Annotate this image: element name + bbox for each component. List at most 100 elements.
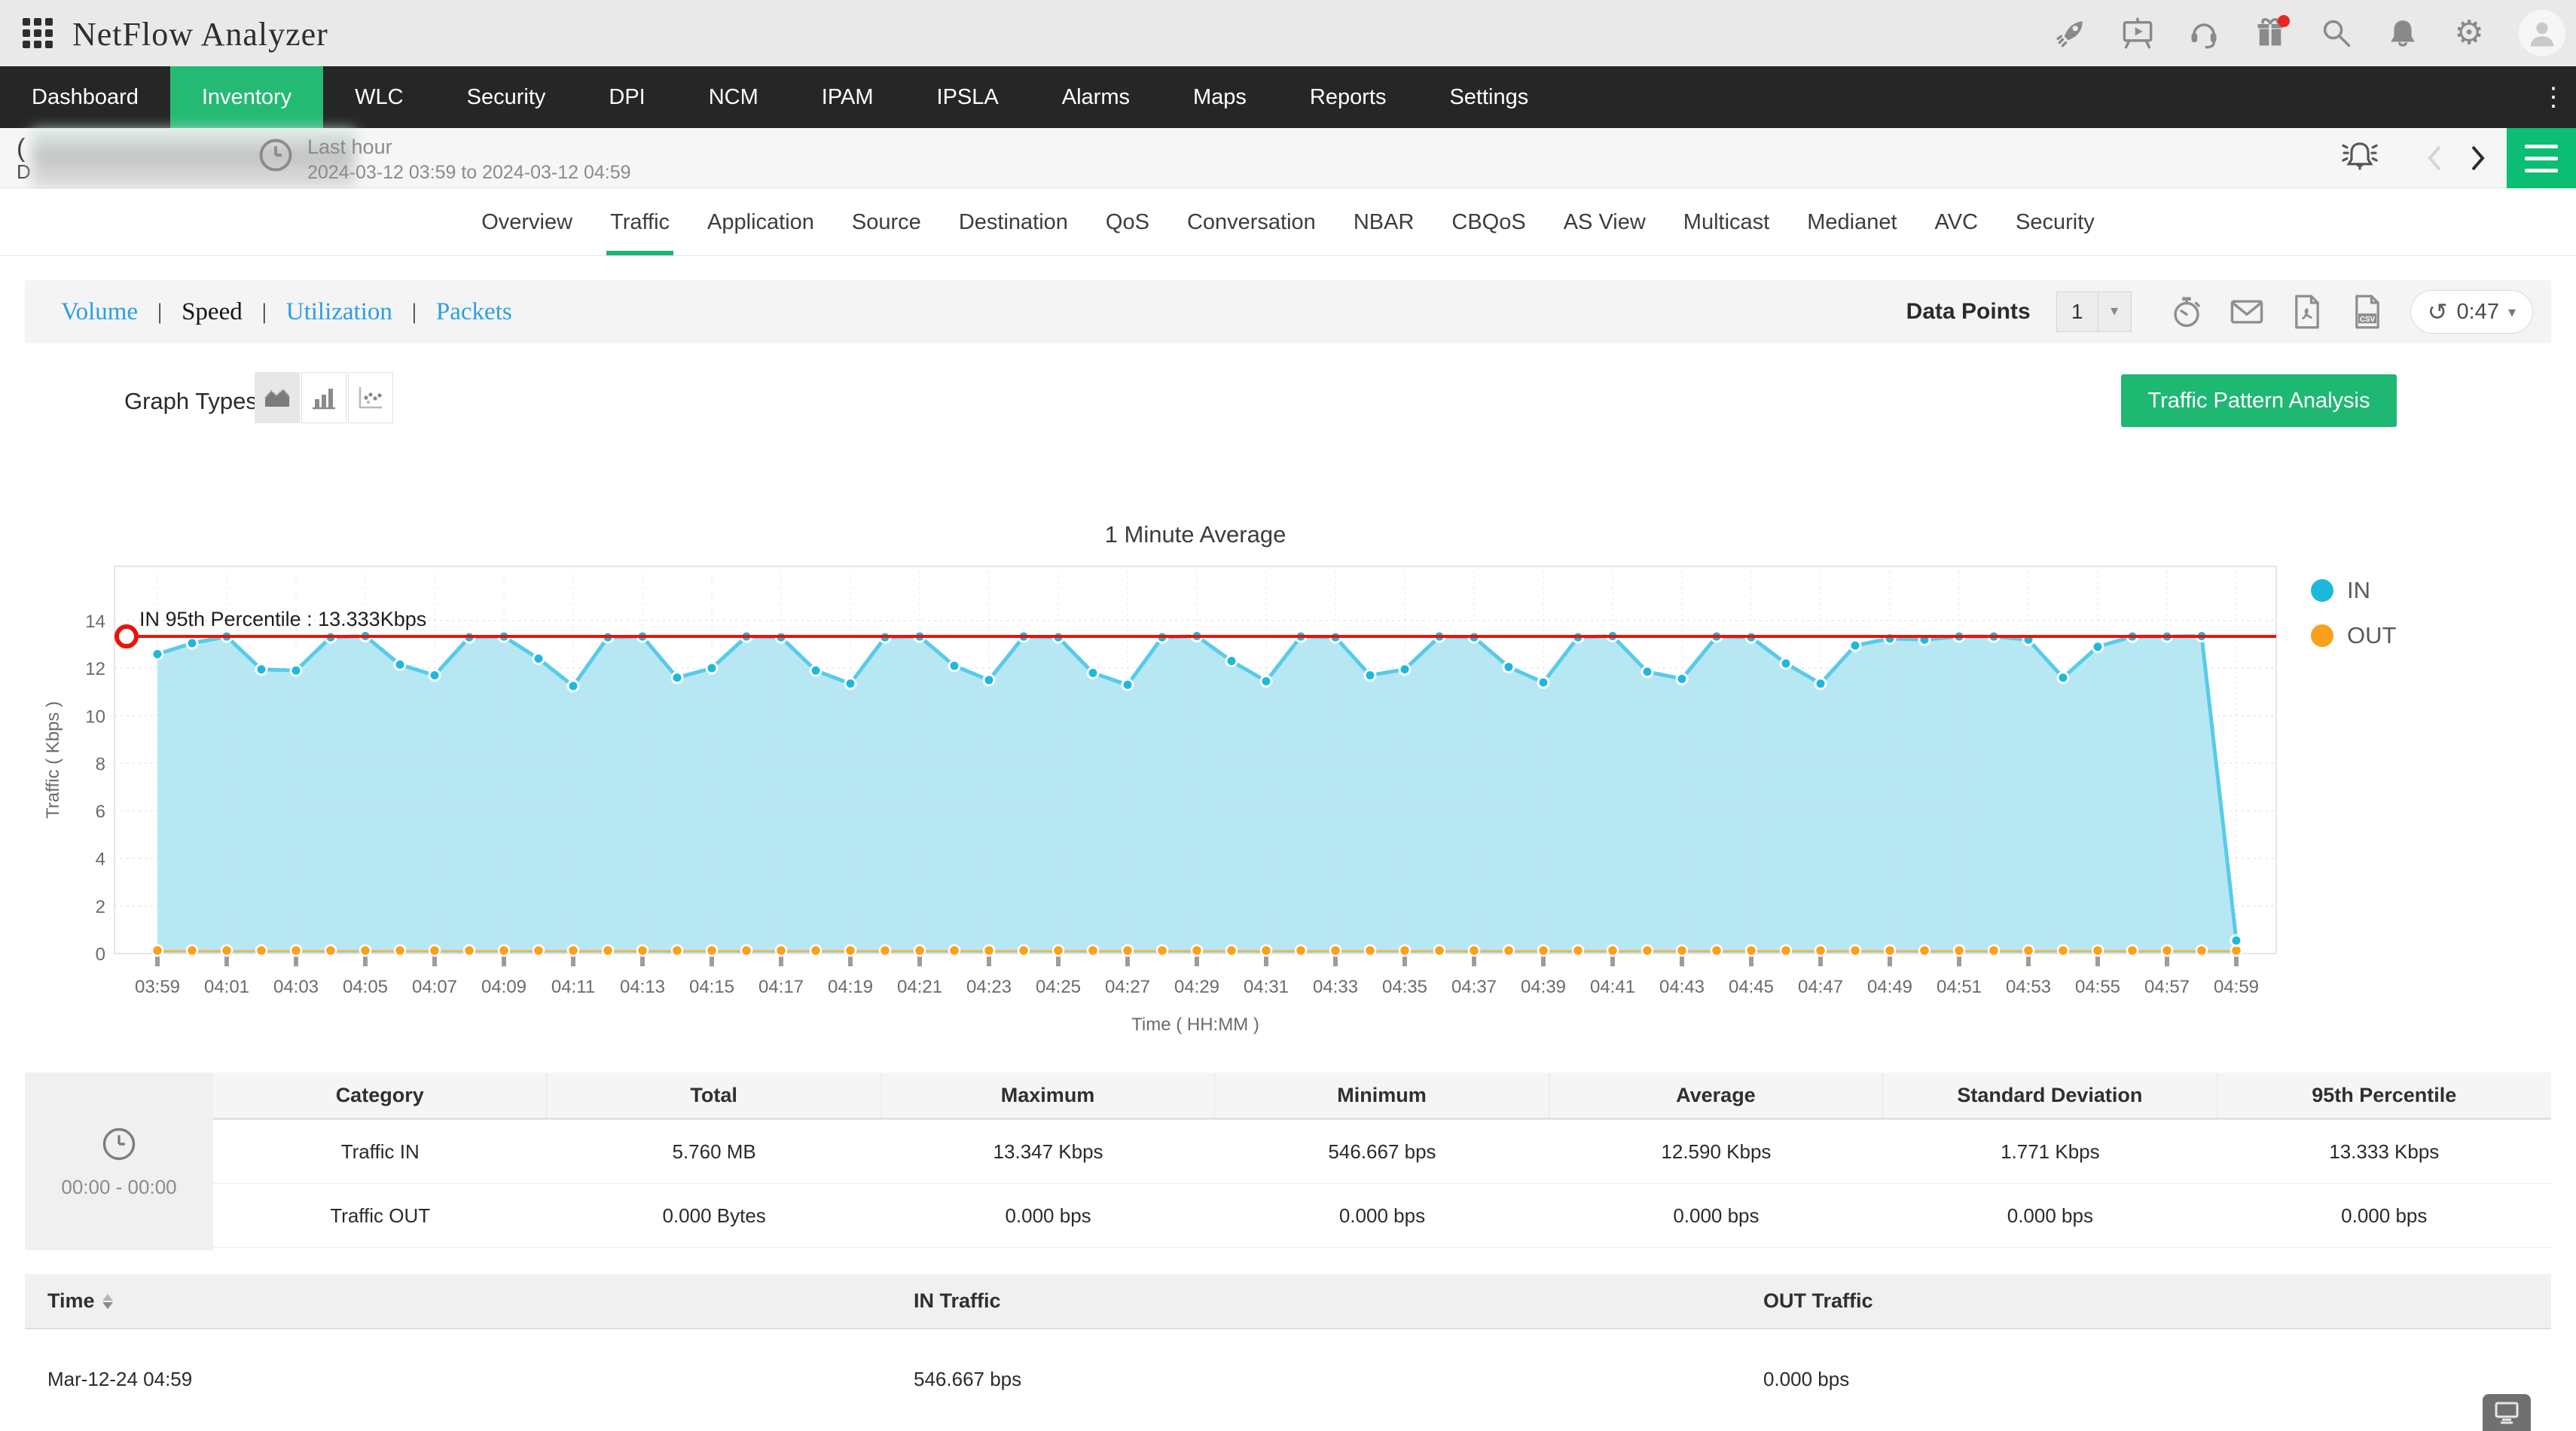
summary-cell: 0.000 bps — [2007, 1204, 2093, 1227]
tab-destination[interactable]: Destination — [940, 189, 1087, 255]
alarm-bell-icon[interactable] — [2339, 136, 2380, 181]
summary-cell: 546.667 bps — [1328, 1140, 1436, 1163]
graph-types-label: Graph Types — [124, 388, 258, 414]
legend-dot-in — [2311, 579, 2333, 602]
support-headset-icon[interactable] — [2187, 17, 2220, 50]
tab-traffic[interactable]: Traffic — [591, 189, 688, 255]
nav-item-inventory[interactable]: Inventory — [169, 66, 324, 128]
monitor-icon — [2495, 1402, 2519, 1423]
schedule-icon[interactable] — [2169, 294, 2204, 329]
user-avatar[interactable] — [2519, 10, 2565, 56]
legend-label: IN — [2347, 577, 2370, 603]
tab-qos[interactable]: QoS — [1087, 189, 1168, 255]
svg-text:04:47: 04:47 — [1798, 977, 1843, 997]
svg-text:04:37: 04:37 — [1451, 977, 1497, 997]
svg-text:12: 12 — [85, 659, 105, 679]
tab-cbqos[interactable]: CBQoS — [1433, 189, 1544, 255]
auto-refresh-control[interactable]: ↺ 0:47 ▾ — [2410, 290, 2533, 334]
tab-conversation[interactable]: Conversation — [1168, 189, 1335, 255]
export-csv-icon[interactable]: CSV — [2350, 294, 2385, 329]
svg-text:8: 8 — [96, 754, 105, 774]
summary-cell: Traffic IN — [340, 1140, 420, 1163]
report-link-speed[interactable]: Speed — [182, 298, 243, 326]
next-chevron-icon[interactable] — [2463, 136, 2493, 181]
detail-col-time[interactable]: Time — [25, 1289, 891, 1313]
tab-overview[interactable]: Overview — [462, 189, 591, 255]
chart-title: 1 Minute Average — [1104, 521, 1286, 548]
traffic-pattern-analysis-button[interactable]: Traffic Pattern Analysis — [2121, 374, 2397, 427]
data-points-select[interactable]: 1 ▾ — [2056, 291, 2132, 332]
top-bar: NetFlow Analyzer ⚙ — [0, 0, 2576, 66]
svg-text:04:11: 04:11 — [551, 977, 595, 997]
svg-text:04:15: 04:15 — [689, 977, 734, 997]
report-link-packets[interactable]: Packets — [436, 298, 512, 326]
gear-icon[interactable]: ⚙ — [2452, 17, 2486, 50]
summary-cell: 0.000 bps — [2341, 1204, 2428, 1227]
sort-icon[interactable] — [102, 1293, 113, 1309]
clock-icon — [102, 1127, 136, 1160]
bar-chart-type-button[interactable] — [301, 372, 346, 423]
refresh-countdown: 0:47 — [2456, 299, 2499, 324]
nav-item-dpi[interactable]: DPI — [577, 66, 676, 128]
summary-cell: 0.000 bps — [1338, 1204, 1426, 1227]
nav-overflow-kebab-icon[interactable]: ⋮ — [2538, 66, 2568, 128]
summary-cell: 12.590 Kbps — [1661, 1140, 1772, 1163]
svg-text:04:07: 04:07 — [412, 977, 457, 997]
report-menu-button[interactable] — [2507, 128, 2576, 188]
bell-icon[interactable] — [2386, 17, 2419, 50]
summary-row-1: Traffic OUT 0.000 Bytes 0.000 bps 0.000 bps… — [213, 1184, 2551, 1248]
nav-item-dashboard[interactable]: Dashboard — [0, 66, 170, 128]
summary-cell: 1.771 Kbps — [2001, 1140, 2100, 1163]
summary-cell: 13.347 Kbps — [993, 1140, 1103, 1163]
tab-medianet[interactable]: Medianet — [1788, 189, 1915, 255]
refresh-icon: ↺ — [2427, 297, 2448, 326]
support-widget-button[interactable] — [2483, 1394, 2531, 1431]
report-header-bar: ( D Last hour 2024-03-12 03:59 to 2024-0… — [0, 128, 2576, 188]
tab-as-view[interactable]: AS View — [1545, 189, 1665, 255]
detail-col-out-traffic: OUT Traffic — [1763, 1289, 1873, 1312]
svg-text:04:27: 04:27 — [1105, 977, 1150, 997]
rocket-icon[interactable] — [2055, 17, 2088, 50]
tab-source[interactable]: Source — [833, 189, 940, 255]
summary-cell: 0.000 bps — [1005, 1204, 1091, 1227]
whats-new-gift-icon[interactable] — [2254, 15, 2290, 50]
export-pdf-icon[interactable] — [2290, 294, 2324, 329]
training-video-icon[interactable] — [2121, 17, 2154, 50]
nav-item-ipam[interactable]: IPAM — [790, 66, 905, 128]
svg-text:03:59: 03:59 — [135, 977, 180, 997]
tab-nbar[interactable]: NBAR — [1335, 189, 1433, 255]
summary-table: 00:00 - 00:00 Category Total Maximum Minimu… — [25, 1072, 2551, 1250]
search-icon[interactable] — [2320, 17, 2353, 50]
period-range: 2024-03-12 03:59 to 2024-03-12 04:59 — [307, 162, 631, 183]
svg-text:04:49: 04:49 — [1867, 977, 1912, 997]
scatter-chart-type-button[interactable] — [348, 372, 393, 423]
svg-text:04:57: 04:57 — [2144, 977, 2190, 997]
link-separator: | — [157, 299, 163, 324]
nav-item-ncm[interactable]: NCM — [677, 66, 790, 128]
svg-text:04:29: 04:29 — [1174, 977, 1219, 997]
nav-item-ipsla[interactable]: IPSLA — [905, 66, 1030, 128]
svg-text:04:39: 04:39 — [1521, 977, 1566, 997]
nav-item-security[interactable]: Security — [435, 66, 578, 128]
svg-text:04:31: 04:31 — [1244, 977, 1289, 997]
legend-item-in: IN — [2311, 577, 2396, 604]
nav-item-reports[interactable]: Reports — [1278, 66, 1418, 128]
svg-text:10: 10 — [85, 706, 105, 727]
nav-item-settings[interactable]: Settings — [1418, 66, 1560, 128]
area-chart-type-button[interactable] — [255, 372, 300, 423]
tab-security[interactable]: Security — [1997, 189, 2114, 255]
report-link-volume[interactable]: Volume — [61, 298, 138, 326]
tab-multicast[interactable]: Multicast — [1665, 189, 1788, 255]
nav-item-maps[interactable]: Maps — [1161, 66, 1278, 128]
email-icon[interactable] — [2230, 294, 2264, 329]
report-link-utilization[interactable]: Utilization — [286, 298, 392, 326]
nav-item-wlc[interactable]: WLC — [323, 66, 435, 128]
nav-item-alarms[interactable]: Alarms — [1030, 66, 1161, 128]
time-period[interactable]: Last hour 2024-03-12 03:59 to 2024-03-12… — [256, 136, 631, 184]
tab-avc[interactable]: AVC — [1916, 189, 1997, 255]
tab-application[interactable]: Application — [688, 189, 833, 255]
apps-grid-icon[interactable] — [23, 18, 54, 50]
svg-text:14: 14 — [85, 612, 105, 632]
legend-dot-out — [2311, 624, 2333, 647]
svg-text:04:19: 04:19 — [828, 977, 873, 997]
